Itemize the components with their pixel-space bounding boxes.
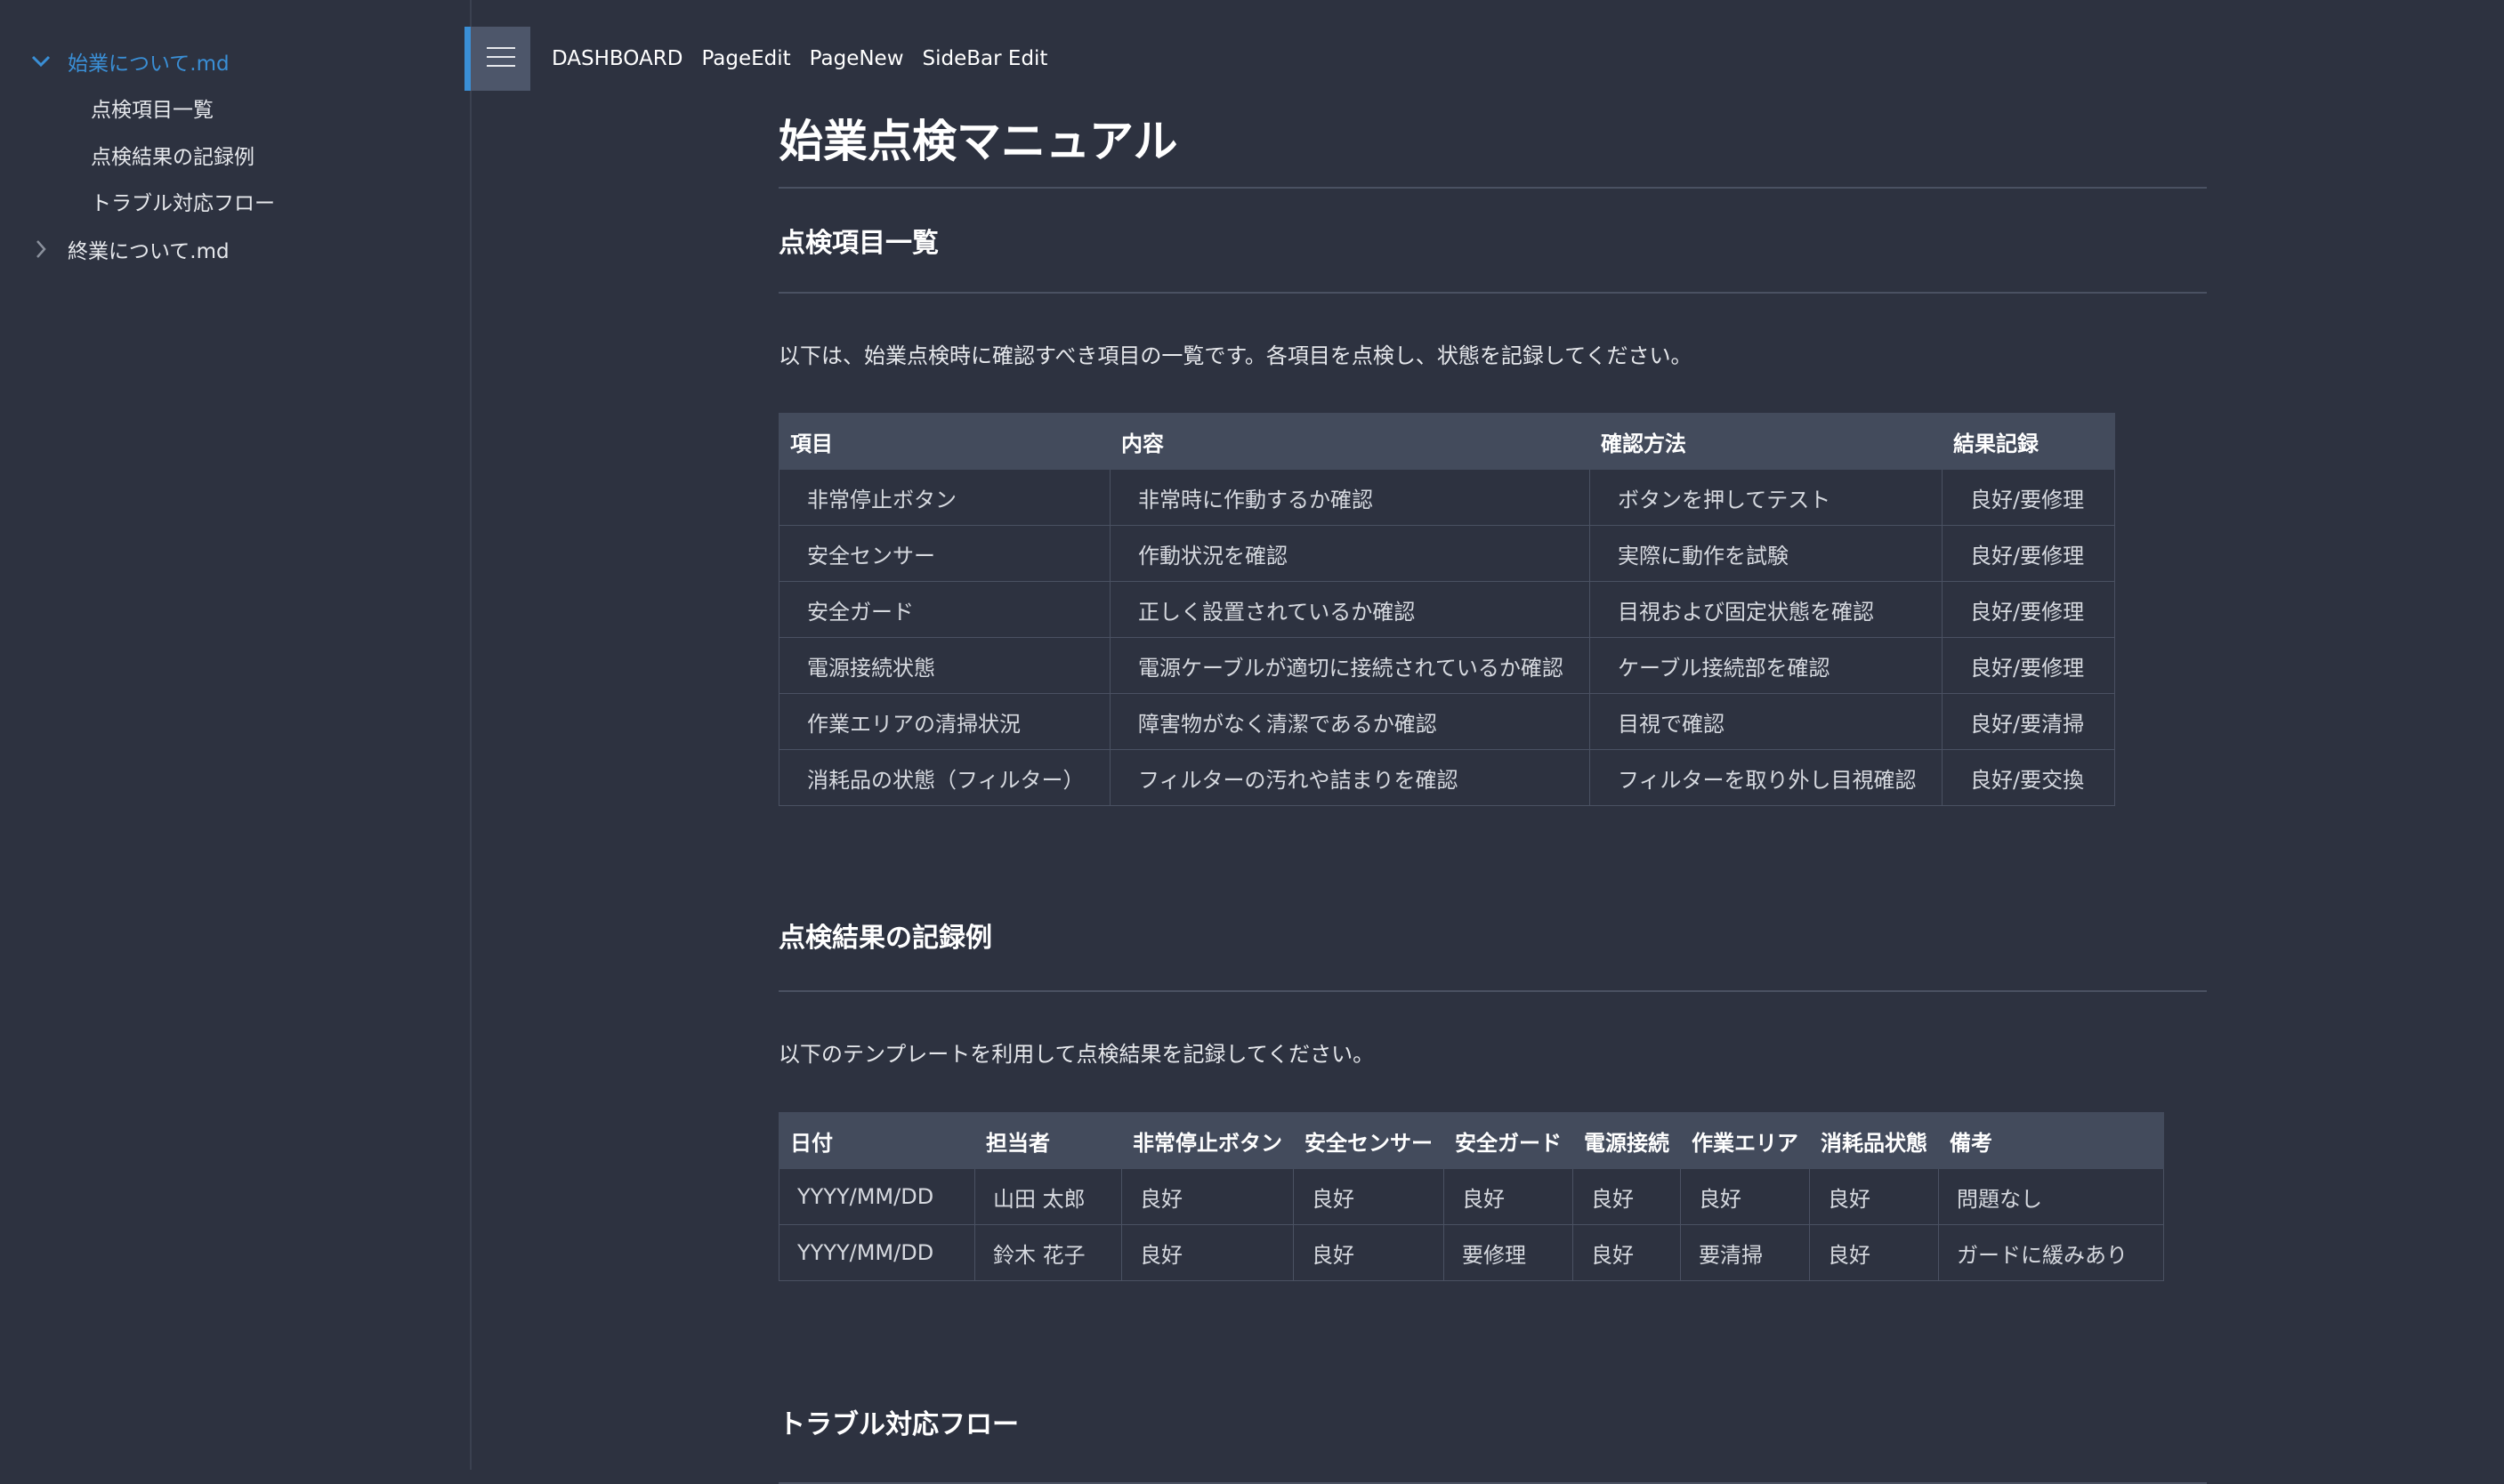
table-cell: 目視で確認 [1589, 693, 1943, 750]
table-cell: 安全センサー [779, 525, 1111, 582]
table-cell: 良好 [1121, 1168, 1294, 1225]
table-cell: 良好 [1809, 1224, 1939, 1281]
table-cell: 非常停止ボタン [779, 469, 1111, 526]
menu-toggle-button[interactable] [464, 27, 530, 91]
table-cell: 良好/要修理 [1942, 469, 2115, 526]
table-cell: 良好/要修理 [1942, 637, 2115, 694]
nav-page-new-link[interactable]: PageNew [810, 47, 904, 70]
page-title: 始業点検マニュアル [779, 116, 1178, 167]
sidebar-item-label: 終業について.md [68, 240, 230, 263]
nav-sidebar-edit-link[interactable]: SideBar Edit [923, 47, 1048, 70]
table-cell: 良好/要修理 [1942, 525, 2115, 582]
table-header-cell: 備考 [1938, 1112, 2164, 1169]
table-cell: 障害物がなく清潔であるか確認 [1110, 693, 1590, 750]
table-row: 作業エリアの清掃状況 障害物がなく清潔であるか確認 目視で確認 良好/要清掃 [779, 693, 2115, 750]
table-header-cell: 項目 [779, 413, 1111, 470]
table-header-cell: 確認方法 [1589, 413, 1943, 470]
chevron-down-icon [30, 51, 52, 72]
sidebar-item-record-example[interactable]: 点検結果の記録例 [91, 133, 254, 177]
table-cell: 非常時に作動するか確認 [1110, 469, 1590, 526]
table-header-cell: 安全センサー [1293, 1112, 1444, 1169]
table-header-row: 日付 担当者 非常停止ボタン 安全センサー 安全ガード 電源接続 作業エリア 消… [779, 1112, 2164, 1169]
table-row: 非常停止ボタン 非常時に作動するか確認 ボタンを押してテスト 良好/要修理 [779, 469, 2115, 526]
nav-dashboard-link[interactable]: DASHBOARD [552, 47, 683, 70]
table-cell: 実際に動作を試験 [1589, 525, 1943, 582]
table-cell: 要修理 [1443, 1224, 1573, 1281]
sidebar-item-trouble-flow[interactable]: トラブル対応フロー [91, 179, 275, 223]
table-header-cell: 消耗品状態 [1809, 1112, 1939, 1169]
table-cell: 電源接続状態 [779, 637, 1111, 694]
table-cell: 問題なし [1938, 1168, 2164, 1225]
table-cell: 鈴木 花子 [974, 1224, 1122, 1281]
table-cell: 山田 太郎 [974, 1168, 1122, 1225]
table-row: 電源接続状態 電源ケーブルが適切に接続されているか確認 ケーブル接続部を確認 良… [779, 637, 2115, 694]
table-header-cell: 非常停止ボタン [1121, 1112, 1294, 1169]
hamburger-menu-icon [486, 46, 515, 71]
table-cell: 安全ガード [779, 581, 1111, 638]
table-header-cell: 作業エリア [1680, 1112, 1810, 1169]
table-header-cell: 結果記録 [1942, 413, 2115, 470]
table-cell: 良好 [1121, 1224, 1294, 1281]
table-cell: YYYY/MM/DD [779, 1224, 975, 1281]
sidebar-item-inspection-list[interactable]: 点検項目一覧 [91, 85, 214, 130]
table-row: 安全センサー 作動状況を確認 実際に動作を試験 良好/要修理 [779, 525, 2115, 582]
table-cell: 良好 [1572, 1168, 1681, 1225]
sidebar-item-label: 点検結果の記録例 [91, 146, 254, 169]
sidebar-item-start-md[interactable]: 始業について.md [0, 39, 230, 84]
top-nav: DASHBOARD PageEdit PageNew SideBar Edit [552, 37, 1066, 80]
table-cell: 消耗品の状態（フィルター） [779, 749, 1111, 806]
table-cell: 作動状況を確認 [1110, 525, 1590, 582]
sidebar-item-label: トラブル対応フロー [91, 192, 275, 215]
table-cell: 良好/要修理 [1942, 581, 2115, 638]
section-heading-record-example: 点検結果の記録例 [779, 923, 992, 954]
table-cell: ケーブル接続部を確認 [1589, 637, 1943, 694]
section-heading-trouble-flow: トラブル対応フロー [779, 1409, 1019, 1440]
table-cell: 作業エリアの清掃状況 [779, 693, 1111, 750]
table-cell: 要清掃 [1680, 1224, 1810, 1281]
sidebar-item-label: 点検項目一覧 [91, 99, 214, 122]
table-cell: 良好 [1809, 1168, 1939, 1225]
table-cell: ボタンを押してテスト [1589, 469, 1943, 526]
sidebar-item-label: 始業について.md [68, 52, 230, 76]
sidebar-item-end-md[interactable]: 終業について.md [0, 227, 230, 271]
table-cell: フィルターの汚れや詰まりを確認 [1110, 749, 1590, 806]
table-cell: 良好 [1680, 1168, 1810, 1225]
table-cell: 良好 [1293, 1168, 1444, 1225]
section-heading-inspection-list: 点検項目一覧 [779, 228, 939, 259]
inspection-records-table: 日付 担当者 非常停止ボタン 安全センサー 安全ガード 電源接続 作業エリア 消… [779, 1112, 2164, 1281]
table-cell: YYYY/MM/DD [779, 1168, 975, 1225]
table-cell: 良好/要清掃 [1942, 693, 2115, 750]
table-cell: 良好/要交換 [1942, 749, 2115, 806]
main-content: 始業点検マニュアル 点検項目一覧 以下は、始業点検時に確認すべき項目の一覧です。… [779, 89, 2207, 1484]
table-row: YYYY/MM/DD 山田 太郎 良好 良好 良好 良好 良好 良好 問題なし [779, 1168, 2164, 1225]
table-header-cell: 担当者 [974, 1112, 1122, 1169]
table-cell: 良好 [1443, 1168, 1573, 1225]
table-header-cell: 電源接続 [1572, 1112, 1681, 1169]
table-cell: 良好 [1572, 1224, 1681, 1281]
table-row: YYYY/MM/DD 鈴木 花子 良好 良好 要修理 良好 要清掃 良好 ガード… [779, 1224, 2164, 1281]
table-cell: 正しく設置されているか確認 [1110, 581, 1590, 638]
table-cell: 良好 [1293, 1224, 1444, 1281]
table-cell: 電源ケーブルが適切に接続されているか確認 [1110, 637, 1590, 694]
section-description: 以下は、始業点検時に確認すべき項目の一覧です。各項目を点検し、状態を記録してくだ… [779, 343, 1692, 368]
table-header-cell: 日付 [779, 1112, 975, 1169]
sidebar: 始業について.md 点検項目一覧 点検結果の記録例 トラブル対応フロー 終業につ… [0, 0, 472, 1470]
table-header-cell: 安全ガード [1443, 1112, 1573, 1169]
table-header-cell: 内容 [1110, 413, 1590, 470]
table-header-row: 項目 内容 確認方法 結果記録 [779, 413, 2115, 470]
table-cell: フィルターを取り外し目視確認 [1589, 749, 1943, 806]
inspection-items-table: 項目 内容 確認方法 結果記録 非常停止ボタン 非常時に作動するか確認 ボタンを… [779, 413, 2115, 806]
section-description: 以下のテンプレートを利用して点検結果を記録してください。 [779, 1042, 1375, 1067]
table-cell: 目視および固定状態を確認 [1589, 581, 1943, 638]
chevron-right-icon [30, 238, 52, 260]
table-row: 消耗品の状態（フィルター） フィルターの汚れや詰まりを確認 フィルターを取り外し… [779, 749, 2115, 806]
table-cell: ガードに緩みあり [1938, 1224, 2164, 1281]
table-row: 安全ガード 正しく設置されているか確認 目視および固定状態を確認 良好/要修理 [779, 581, 2115, 638]
nav-page-edit-link[interactable]: PageEdit [701, 47, 790, 70]
